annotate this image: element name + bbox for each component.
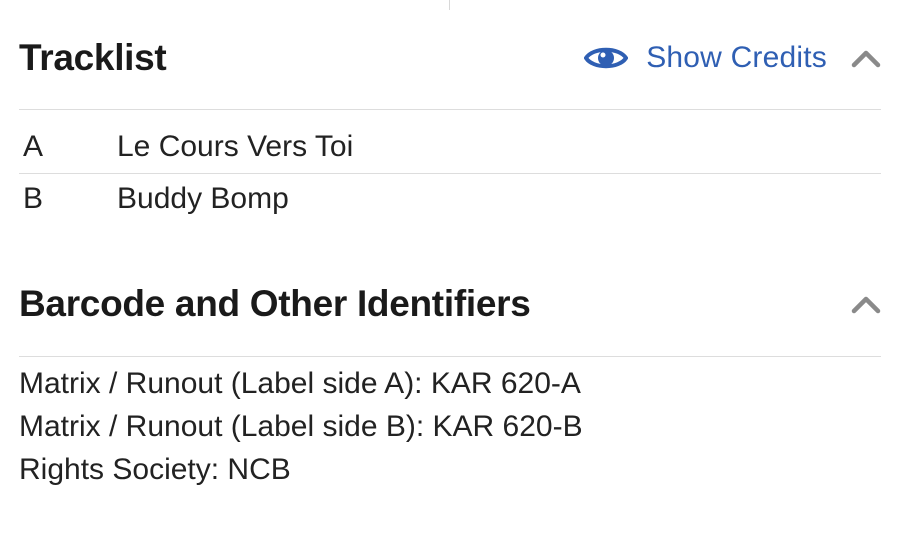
track-title: Buddy Bomp (117, 182, 289, 215)
top-divider (449, 0, 450, 10)
identifiers-divider (19, 356, 881, 357)
identifiers-title: Barcode and Other Identifiers (19, 283, 531, 324)
tracklist-controls: Show Credits (583, 41, 881, 75)
track-position: A (23, 130, 44, 163)
identifiers-controls (827, 294, 881, 314)
eye-icon (583, 44, 629, 72)
tracklist-divider (19, 109, 881, 110)
identifier-line: Matrix / Runout (Label side B): KAR 620-… (19, 410, 583, 443)
identifiers-header: Barcode and Other Identifiers (19, 280, 881, 328)
identifier-line: Rights Society: NCB (19, 453, 291, 486)
tracklist-header: Tracklist Show Credits (19, 34, 881, 82)
track-row: B Buddy Bomp (19, 174, 881, 224)
chevron-up-icon[interactable] (851, 294, 881, 314)
identifier-line: Matrix / Runout (Label side A): KAR 620-… (19, 367, 581, 400)
track-position: B (23, 182, 44, 215)
track-row: A Le Cours Vers Toi (19, 122, 881, 172)
track-title: Le Cours Vers Toi (117, 130, 354, 163)
show-credits-label: Show Credits (646, 41, 827, 74)
tracklist-title: Tracklist (19, 37, 167, 78)
show-credits-button[interactable]: Show Credits (583, 41, 827, 75)
chevron-up-icon[interactable] (851, 48, 881, 68)
